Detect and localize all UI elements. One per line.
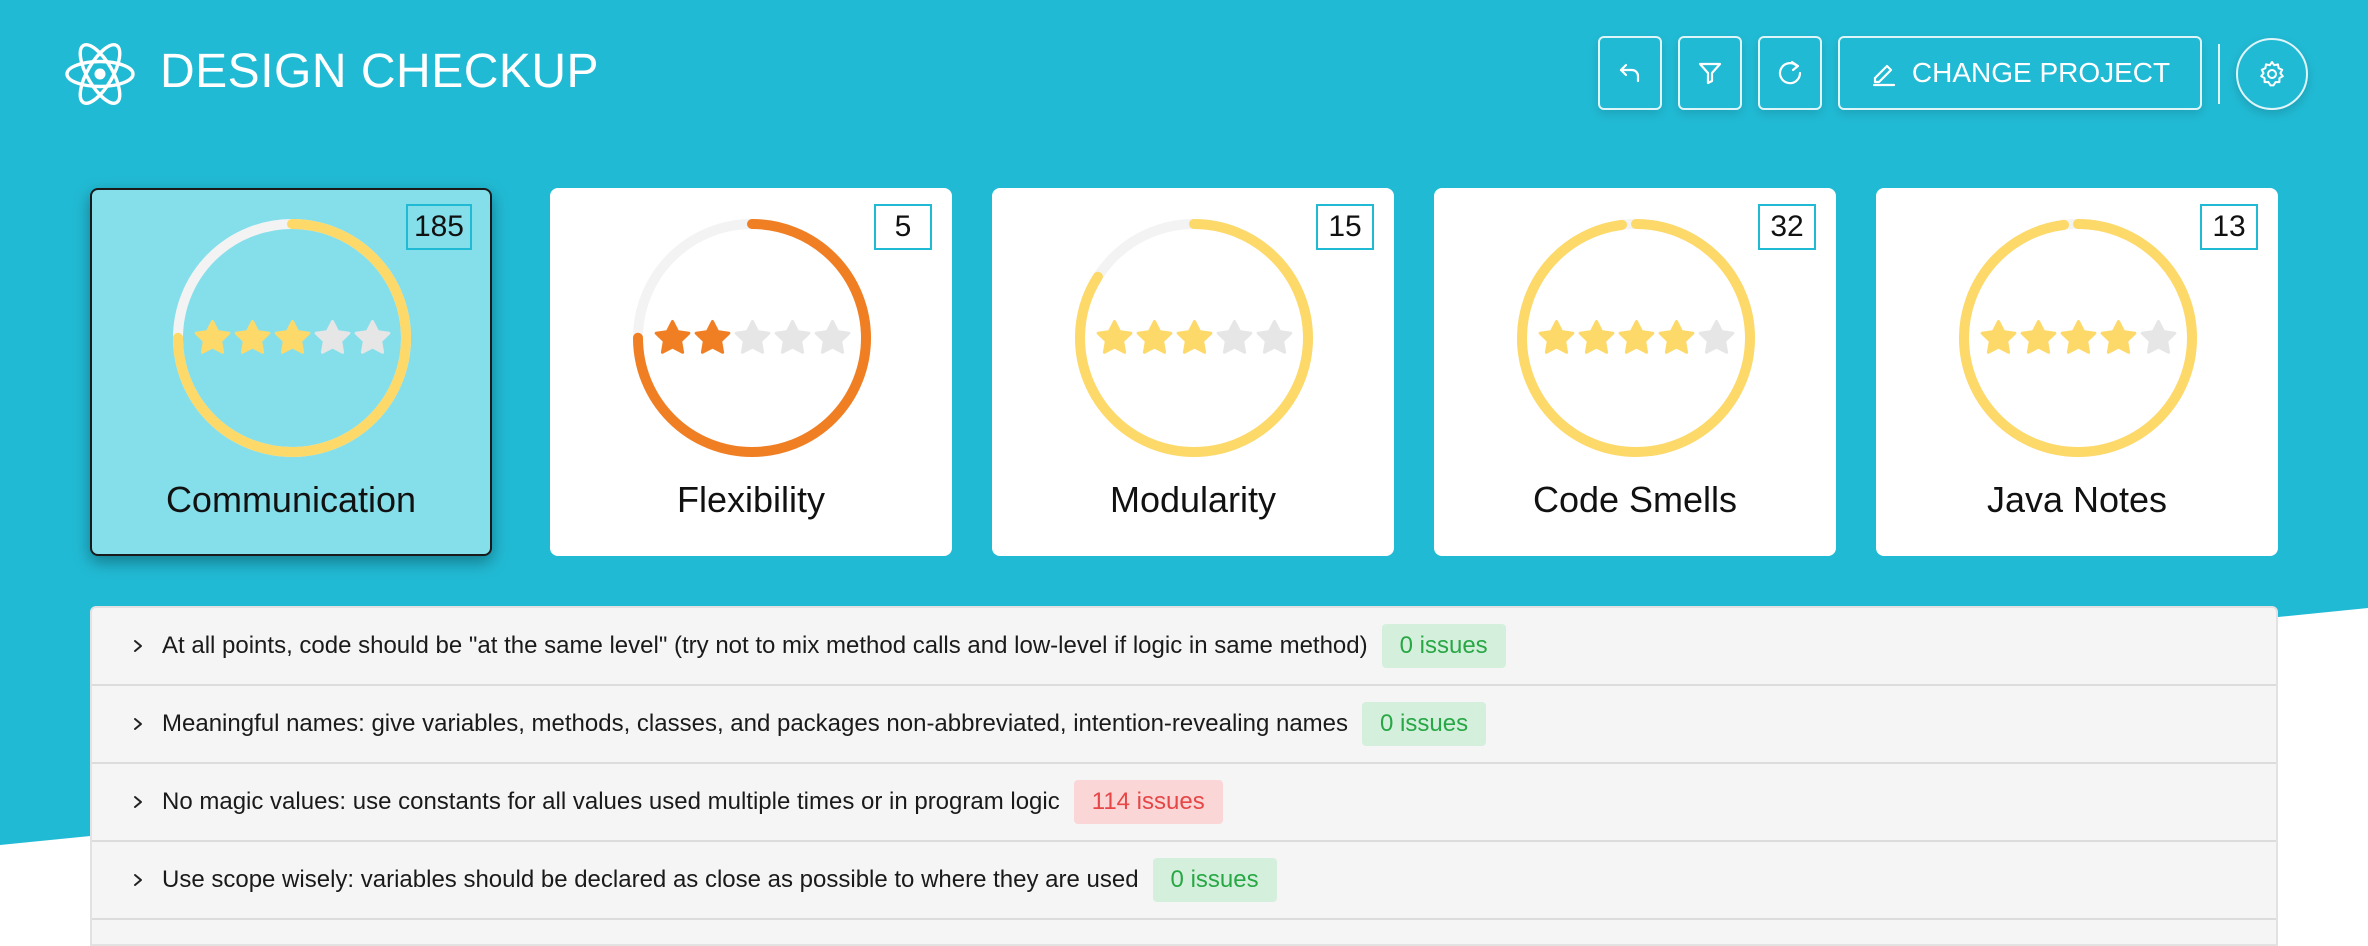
star-filled-icon <box>1578 319 1614 354</box>
settings-button[interactable] <box>2236 38 2308 110</box>
rule-text: At all points, code should be "at the sa… <box>162 632 1368 659</box>
issue-status-badge: 0 issues <box>1362 702 1487 746</box>
star-filled-icon <box>194 319 230 354</box>
issue-count-badge: 185 <box>405 204 472 250</box>
star-filled-icon <box>654 319 690 354</box>
issue-count-badge: 15 <box>1316 204 1374 250</box>
undo-icon <box>1619 63 1640 83</box>
rule-text: Meaningful names: give variables, method… <box>162 710 1349 737</box>
star-filled-icon <box>2100 319 2136 354</box>
star-empty-icon <box>354 319 390 354</box>
score-ring <box>1514 216 1758 460</box>
rules-list: At all points, code should be "at the sa… <box>90 606 2278 946</box>
refresh-icon <box>1778 60 1802 85</box>
score-ring <box>1956 216 2200 460</box>
category-card-communication[interactable]: 185 Communication <box>90 188 492 556</box>
refresh-button[interactable] <box>1758 36 1822 110</box>
star-filled-icon <box>1136 319 1172 354</box>
star-rating <box>630 216 874 460</box>
score-ring <box>630 216 874 460</box>
category-name: Flexibility <box>676 479 826 520</box>
filter-icon <box>1698 62 1722 85</box>
star-filled-icon <box>1618 319 1654 354</box>
star-empty-icon <box>2140 319 2176 354</box>
rule-row[interactable]: No magic values: use constants for all v… <box>92 764 2276 842</box>
star-empty-icon <box>814 319 850 354</box>
star-filled-icon <box>1096 319 1132 354</box>
category-name: Communication <box>165 479 417 520</box>
chevron-right-icon[interactable] <box>130 716 146 732</box>
category-name: Modularity <box>1109 479 1277 520</box>
star-rating <box>170 216 414 460</box>
category-name: Code Smells <box>1532 479 1738 520</box>
category-name: Java Notes <box>1986 479 2168 520</box>
star-empty-icon <box>1216 319 1252 354</box>
star-filled-icon <box>274 319 310 354</box>
app-header: DESIGN CHECKUP CHANGE PROJECT <box>0 0 2368 150</box>
rule-text: Use scope wisely: variables should be de… <box>162 866 1139 893</box>
issue-count-badge: 5 <box>874 204 932 250</box>
chevron-right-icon[interactable] <box>130 872 146 888</box>
star-filled-icon <box>694 319 730 354</box>
star-rating <box>1514 216 1758 460</box>
issue-status-badge: 114 issues <box>1073 780 1223 824</box>
rule-row[interactable]: At all points, code should be "at the sa… <box>92 608 2276 686</box>
rule-row[interactable]: Meaningful names: give variables, method… <box>92 686 2276 764</box>
star-empty-icon <box>1698 319 1734 354</box>
react-atom-icon <box>65 43 135 105</box>
issue-count-badge: 32 <box>1758 204 1816 250</box>
star-filled-icon <box>1538 319 1574 354</box>
star-rating <box>1956 216 2200 460</box>
star-empty-icon <box>1256 319 1292 354</box>
star-empty-icon <box>734 319 770 354</box>
score-ring <box>1072 216 1316 460</box>
category-card-code-smells[interactable]: 32 Code Smells <box>1434 188 1836 556</box>
change-project-label: CHANGE PROJECT <box>1911 57 2171 88</box>
star-filled-icon <box>2020 319 2056 354</box>
category-card-java-notes[interactable]: 13 Java Notes <box>1876 188 2278 556</box>
score-ring <box>170 216 414 460</box>
star-empty-icon <box>314 319 350 354</box>
category-card-modularity[interactable]: 15 Modularity <box>992 188 1394 556</box>
filter-button[interactable] <box>1678 36 1742 110</box>
rule-text: No magic values: use constants for all v… <box>162 788 1060 815</box>
category-card-flexibility[interactable]: 5 Flexibility <box>550 188 952 556</box>
star-empty-icon <box>774 319 810 354</box>
toolbar-divider <box>2218 44 2220 104</box>
gear-icon <box>2260 61 2284 87</box>
undo-button[interactable] <box>1598 36 1662 110</box>
chevron-right-icon[interactable] <box>130 638 146 654</box>
star-filled-icon <box>2060 319 2096 354</box>
chevron-right-icon[interactable] <box>130 794 146 810</box>
star-filled-icon <box>1176 319 1212 354</box>
issue-status-badge: 0 issues <box>1381 624 1506 668</box>
app-title: DESIGN CHECKUP <box>160 45 600 98</box>
star-filled-icon <box>1980 319 2016 354</box>
issue-status-badge: 0 issues <box>1152 858 1277 902</box>
rule-row[interactable]: Use scope wisely: variables should be de… <box>92 842 2276 920</box>
star-rating <box>1072 216 1316 460</box>
star-filled-icon <box>1658 319 1694 354</box>
change-project-button[interactable]: CHANGE PROJECT <box>1838 36 2202 110</box>
pencil-icon <box>1872 64 1895 87</box>
star-filled-icon <box>234 319 270 354</box>
issue-count-badge: 13 <box>2200 204 2258 250</box>
